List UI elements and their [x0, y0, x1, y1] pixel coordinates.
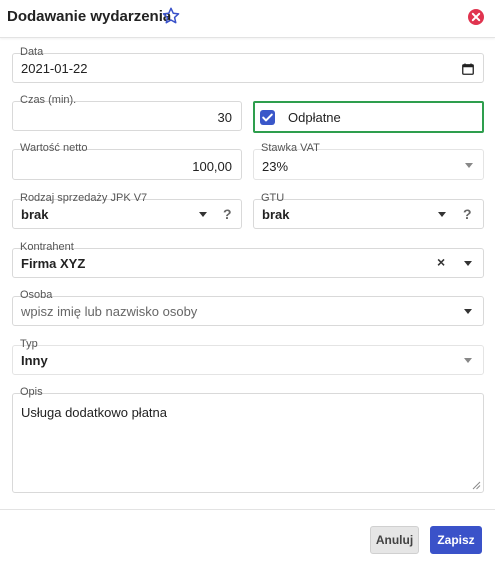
chevron-down-icon[interactable] — [464, 309, 472, 314]
gtu-label: GTU — [261, 192, 285, 204]
gtu-select[interactable]: GTU brak ? — [253, 192, 484, 229]
description-value: Usługa dodatkowo płatna — [21, 405, 167, 420]
vat-rate-label: Stawka VAT — [261, 142, 320, 154]
paid-checkbox-label: Odpłatne — [288, 110, 341, 125]
contractor-select[interactable]: Kontrahent Firma XYZ × — [12, 241, 484, 278]
sales-type-value: brak — [21, 207, 49, 222]
type-value: Inny — [21, 353, 48, 368]
cancel-button[interactable]: Anuluj — [370, 526, 419, 554]
chevron-down-icon[interactable] — [199, 212, 207, 217]
help-icon[interactable]: ? — [223, 206, 232, 222]
duration-label: Czas (min). — [20, 94, 77, 106]
type-select[interactable]: Typ Inny — [12, 338, 484, 375]
close-icon[interactable] — [467, 8, 485, 26]
clear-icon[interactable]: × — [437, 254, 445, 270]
vat-rate-select[interactable]: Stawka VAT 23% — [253, 142, 484, 180]
save-button[interactable]: Zapisz — [430, 526, 482, 554]
duration-field[interactable]: Czas (min). 30 — [12, 94, 242, 131]
dialog-header: Dodawanie wydarzenia — [0, 0, 495, 38]
date-field[interactable]: Data 2021-01-22 — [12, 46, 484, 83]
contractor-value: Firma XYZ — [21, 256, 86, 271]
person-label: Osoba — [20, 289, 53, 301]
net-value: 100,00 — [192, 159, 232, 174]
help-icon[interactable]: ? — [463, 206, 472, 222]
contractor-label: Kontrahent — [20, 241, 74, 253]
sales-type-select[interactable]: Rodzaj sprzedaży JPK V7 brak ? — [12, 192, 242, 229]
person-select[interactable]: Osoba wpisz imię lub nazwisko osoby — [12, 289, 484, 326]
star-icon[interactable] — [161, 6, 181, 26]
type-label: Typ — [20, 338, 38, 350]
chevron-down-icon[interactable] — [465, 163, 473, 168]
dialog-footer: Anuluj Zapisz — [0, 509, 495, 564]
description-label: Opis — [20, 386, 43, 398]
chevron-down-icon[interactable] — [464, 261, 472, 266]
add-event-dialog: Dodawanie wydarzenia Data 2021-01-22 Cza… — [0, 0, 495, 564]
paid-checkbox[interactable]: Odpłatne — [253, 101, 484, 133]
date-value: 2021-01-22 — [21, 61, 88, 76]
dialog-title: Dodawanie wydarzenia — [7, 8, 172, 25]
calendar-icon[interactable] — [462, 63, 474, 75]
chevron-down-icon[interactable] — [438, 212, 446, 217]
sales-type-label: Rodzaj sprzedaży JPK V7 — [20, 192, 148, 204]
duration-value: 30 — [217, 110, 232, 125]
resize-handle-icon[interactable] — [472, 481, 481, 490]
description-textarea[interactable]: Opis Usługa dodatkowo płatna — [12, 386, 484, 493]
checkbox-checked-icon[interactable] — [260, 110, 275, 125]
date-label: Data — [20, 46, 44, 58]
chevron-down-icon[interactable] — [464, 358, 472, 363]
person-placeholder: wpisz imię lub nazwisko osoby — [21, 304, 198, 319]
gtu-value: brak — [262, 207, 290, 222]
net-value-field[interactable]: Wartość netto 100,00 — [12, 142, 242, 180]
net-value-label: Wartość netto — [20, 142, 88, 154]
vat-rate-value: 23% — [262, 159, 289, 174]
